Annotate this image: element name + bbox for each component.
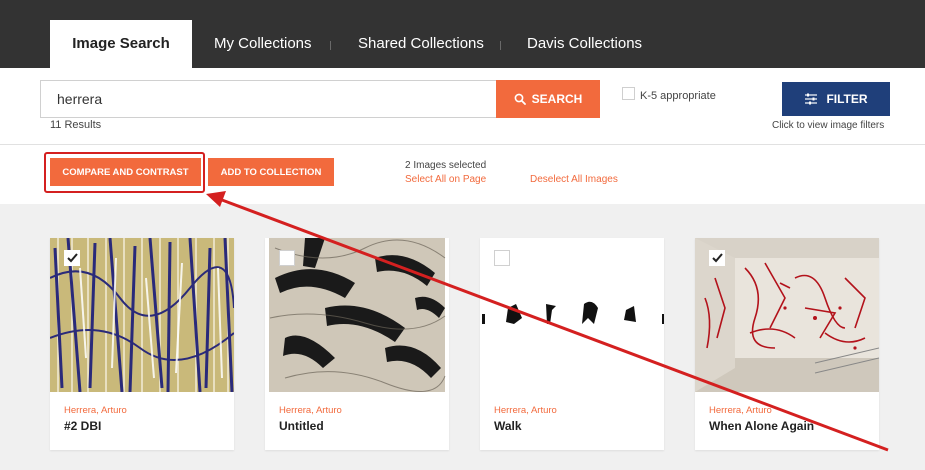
search-icon bbox=[514, 93, 526, 105]
checkmark-icon bbox=[66, 253, 78, 263]
image-card[interactable]: Herrera, Arturo Walk bbox=[480, 238, 664, 450]
tab-separator bbox=[500, 41, 501, 50]
card-title[interactable]: Walk bbox=[494, 419, 522, 433]
select-checkbox[interactable] bbox=[279, 250, 295, 266]
k5-label: K-5 appropriate bbox=[640, 90, 716, 102]
card-artist[interactable]: Herrera, Arturo bbox=[279, 405, 342, 416]
tab-shared-collections[interactable]: Shared Collections bbox=[358, 20, 484, 68]
add-to-collection-button[interactable]: ADD TO COLLECTION bbox=[208, 158, 334, 186]
search-input[interactable]: herrera bbox=[40, 80, 497, 118]
card-title[interactable]: #2 DBI bbox=[64, 419, 101, 433]
highlight-box bbox=[44, 152, 205, 193]
image-card[interactable]: Herrera, Arturo #2 DBI bbox=[50, 238, 234, 450]
filter-button[interactable]: FILTER bbox=[782, 82, 890, 116]
k5-checkbox[interactable] bbox=[622, 87, 635, 100]
select-checkbox[interactable] bbox=[709, 250, 725, 266]
checkmark-icon bbox=[711, 253, 723, 263]
tab-my-collections[interactable]: My Collections bbox=[214, 20, 312, 68]
tab-davis-collections[interactable]: Davis Collections bbox=[527, 20, 642, 68]
image-card[interactable]: Herrera, Arturo Untitled bbox=[265, 238, 449, 450]
tab-separator bbox=[330, 41, 331, 50]
page: Image Search My Collections Shared Colle… bbox=[0, 0, 925, 470]
card-title[interactable]: When Alone Again bbox=[709, 419, 814, 433]
search-button[interactable]: SEARCH bbox=[496, 80, 600, 118]
results-count: 11 Results bbox=[50, 119, 102, 131]
search-input-value: herrera bbox=[57, 91, 103, 107]
filter-hint: Click to view image filters bbox=[772, 120, 885, 131]
card-artist[interactable]: Herrera, Arturo bbox=[709, 405, 772, 416]
image-card[interactable]: Herrera, Arturo When Alone Again bbox=[695, 238, 879, 450]
filter-button-label: FILTER bbox=[826, 92, 868, 106]
divider bbox=[0, 144, 925, 145]
search-button-label: SEARCH bbox=[531, 92, 583, 106]
card-artist[interactable]: Herrera, Arturo bbox=[494, 405, 557, 416]
select-all-link[interactable]: Select All on Page bbox=[405, 174, 486, 185]
select-checkbox[interactable] bbox=[64, 250, 80, 266]
sliders-icon bbox=[805, 93, 818, 105]
deselect-all-link[interactable]: Deselect All Images bbox=[530, 174, 618, 185]
card-title[interactable]: Untitled bbox=[279, 419, 324, 433]
card-artist[interactable]: Herrera, Arturo bbox=[64, 405, 127, 416]
tab-image-search[interactable]: Image Search bbox=[50, 20, 192, 68]
top-nav: Image Search My Collections Shared Colle… bbox=[0, 0, 925, 68]
select-checkbox[interactable] bbox=[494, 250, 510, 266]
selected-count: 2 Images selected bbox=[405, 160, 487, 171]
